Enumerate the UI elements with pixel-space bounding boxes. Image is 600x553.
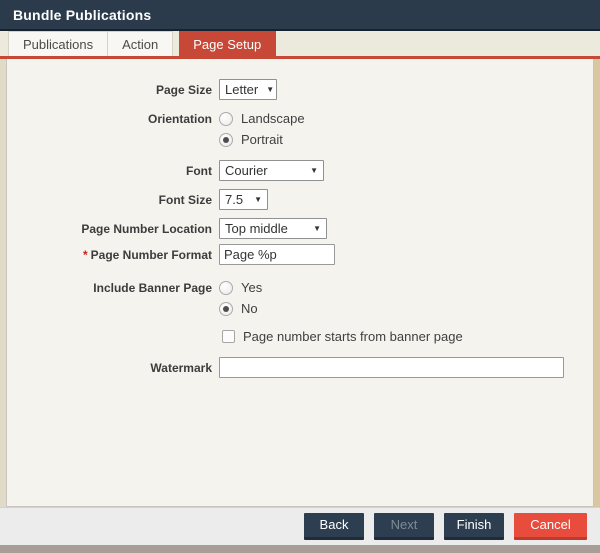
required-asterisk: * (82, 248, 88, 262)
page-number-location-label: Page Number Location (81, 222, 212, 236)
watermark-input[interactable] (219, 357, 564, 378)
tab-publications-label: Publications (23, 36, 94, 52)
font-size-row: Font Size 7.5 ▼ (7, 189, 593, 210)
checkbox-icon[interactable] (222, 329, 235, 343)
font-size-value: 7.5 (225, 192, 244, 207)
font-label: Font (186, 164, 212, 178)
orientation-option-landscape[interactable]: Landscape (219, 108, 305, 129)
tab-page-setup[interactable]: Page Setup (179, 31, 277, 56)
include-banner-page-row: Include Banner Page Yes No (7, 277, 593, 319)
tab-action-label: Action (122, 36, 159, 52)
page-number-format-input[interactable] (219, 244, 335, 265)
orientation-row: Orientation Landscape Portrait (7, 108, 593, 150)
page-size-value: Letter (225, 82, 259, 97)
dialog-title-bar: Bundle Publications (0, 0, 600, 31)
font-row: Font Courier ▼ (7, 160, 593, 181)
tab-bar: Publications Action Page Setup (0, 31, 600, 56)
chevron-down-icon: ▼ (266, 85, 275, 94)
radio-yes-icon[interactable] (219, 280, 233, 295)
page-number-format-row: * Page Number Format (7, 244, 593, 265)
page-number-location-select[interactable]: Top middle ▼ (219, 218, 327, 239)
include-banner-page-label: Include Banner Page (93, 281, 212, 295)
page-size-label: Page Size (155, 83, 212, 97)
tab-publications[interactable]: Publications (8, 31, 109, 56)
page-setup-panel: Page Size Letter ▼ Orientation Landscape (6, 59, 594, 507)
radio-portrait-label: Portrait (241, 132, 283, 147)
chevron-down-icon: ▼ (310, 166, 318, 175)
orientation-label: Orientation (147, 112, 212, 126)
finish-button[interactable]: Finish (444, 513, 504, 540)
font-value: Courier (225, 163, 268, 178)
banner-checkbox-spacer (7, 328, 212, 332)
cancel-button[interactable]: Cancel (514, 513, 587, 540)
chevron-down-icon: ▼ (313, 224, 321, 233)
font-select[interactable]: Courier ▼ (219, 160, 324, 181)
radio-yes-label: Yes (241, 280, 263, 295)
dialog-bottom-edge (0, 545, 600, 553)
back-button[interactable]: Back (304, 513, 364, 540)
radio-no-label: No (241, 301, 258, 316)
page-number-location-row: Page Number Location Top middle ▼ (7, 218, 593, 239)
chevron-down-icon: ▼ (254, 195, 262, 204)
orientation-option-portrait[interactable]: Portrait (219, 129, 305, 150)
tab-page-setup-label: Page Setup (193, 36, 262, 52)
watermark-row: Watermark (7, 357, 593, 378)
font-size-select[interactable]: 7.5 ▼ (219, 189, 268, 210)
banner-option-yes[interactable]: Yes (219, 277, 262, 298)
banner-checkbox-row: Page number starts from banner page (7, 328, 593, 344)
radio-no-icon[interactable] (219, 301, 233, 316)
next-button[interactable]: Next (374, 513, 434, 540)
font-size-label: Font Size (158, 193, 212, 207)
banner-page-checkbox-label: Page number starts from banner page (243, 328, 463, 344)
radio-landscape-label: Landscape (241, 111, 305, 126)
page-size-row: Page Size Letter ▼ (7, 79, 593, 100)
tab-action[interactable]: Action (108, 31, 174, 56)
banner-option-no[interactable]: No (219, 298, 262, 319)
dialog-title: Bundle Publications (13, 6, 152, 23)
radio-portrait-icon[interactable] (219, 132, 233, 147)
page-number-format-label-text: Page Number Format (90, 248, 212, 262)
dialog-body-frame: Page Size Letter ▼ Orientation Landscape (0, 59, 600, 507)
dialog-footer: Back Next Finish Cancel (0, 507, 600, 545)
banner-page-checkbox-option[interactable]: Page number starts from banner page (222, 328, 463, 344)
page-number-location-value: Top middle (225, 221, 288, 236)
radio-landscape-icon[interactable] (219, 111, 233, 126)
watermark-label: Watermark (150, 361, 212, 375)
bundle-publications-dialog: Bundle Publications Publications Action … (0, 0, 600, 553)
page-size-select[interactable]: Letter ▼ (219, 79, 277, 100)
page-number-format-label: * Page Number Format (7, 244, 212, 262)
